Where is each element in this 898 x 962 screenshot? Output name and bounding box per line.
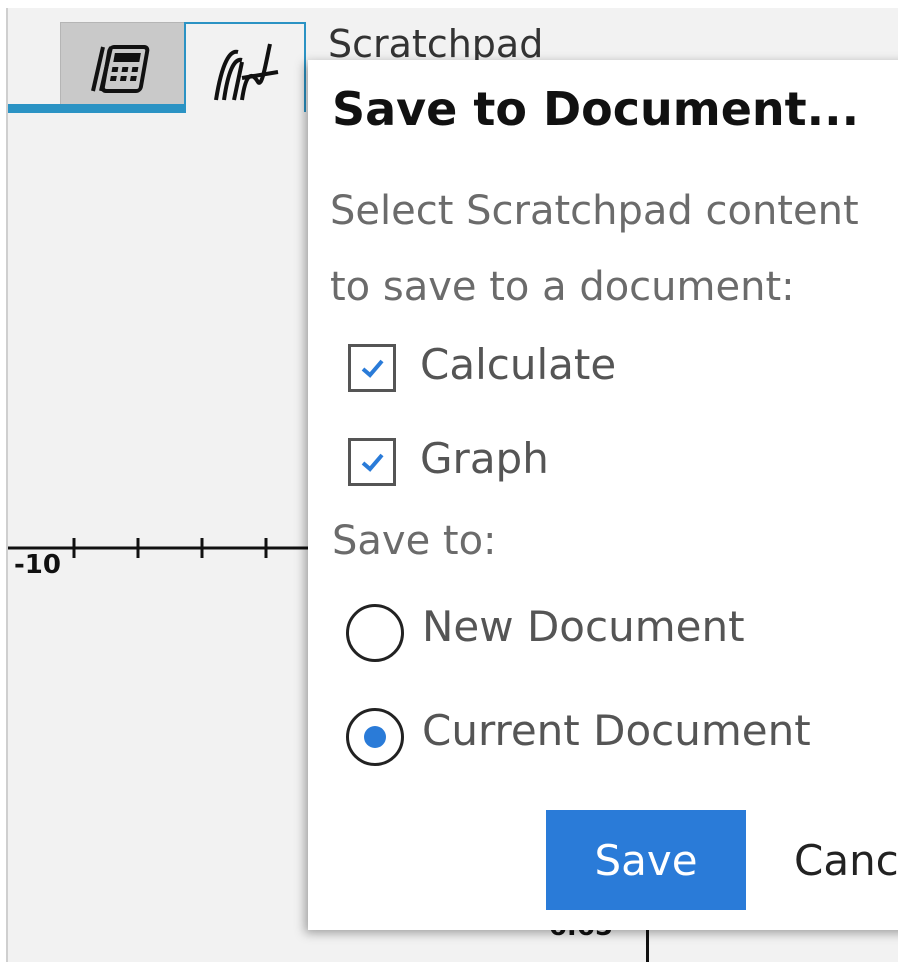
tab-calculator[interactable] — [60, 22, 186, 112]
x-axis-min-label: -10 — [14, 550, 61, 580]
cancel-button[interactable]: Cancel — [794, 810, 898, 910]
checkbox-label: Graph — [420, 434, 549, 483]
checkbox[interactable] — [348, 344, 396, 392]
radio-label: New Document — [422, 602, 745, 651]
radio-button[interactable] — [346, 604, 404, 662]
dialog-title: Save to Document... — [332, 82, 860, 136]
checkmark-icon — [361, 359, 384, 378]
dialog-instruction: Select Scratchpad content — [330, 188, 859, 234]
save-button[interactable]: Save — [546, 810, 746, 910]
graph-icon — [214, 43, 279, 101]
checkmark-icon — [361, 453, 384, 472]
radio-button[interactable] — [346, 708, 404, 766]
checkbox[interactable] — [348, 438, 396, 486]
dialog-instruction: to save to a document: — [330, 264, 795, 310]
checkbox-label: Calculate — [420, 340, 617, 389]
calculator-icon — [91, 45, 150, 93]
save-to-document-dialog: Save to Document... Select Scratchpad co… — [308, 60, 898, 930]
tab-graph[interactable] — [184, 22, 306, 112]
radio-selected-dot — [364, 726, 386, 748]
save-to-label: Save to: — [332, 518, 497, 564]
radio-label: Current Document — [422, 706, 811, 755]
scratchpad-window: Scratchpad -10 -6.65 Save to Document...… — [6, 8, 898, 962]
